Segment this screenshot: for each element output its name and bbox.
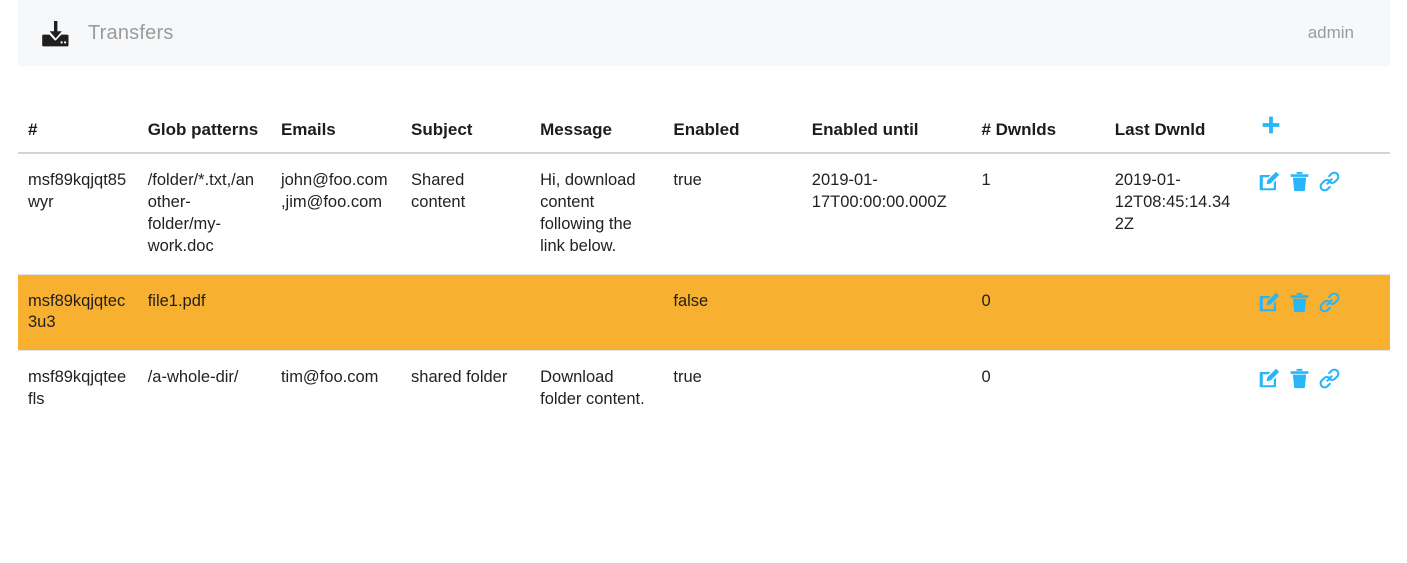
- cell-num-dwnlds: 0: [971, 350, 1105, 428]
- edit-icon[interactable]: [1259, 292, 1280, 313]
- brand[interactable]: Transfers: [40, 18, 174, 48]
- cell-glob-patterns: /folder/*.txt,/another-folder/my-work.do…: [147, 170, 255, 255]
- row-action-group: [1259, 291, 1380, 313]
- column-header-glob[interactable]: Glob patterns: [137, 103, 271, 154]
- cell-enabled-until: [801, 350, 972, 428]
- table-row[interactable]: msf89kqjqteefls/a-whole-dir/tim@foo.com s…: [18, 350, 1390, 428]
- delete-icon[interactable]: [1289, 292, 1310, 313]
- cell-last-dwnld: [1104, 350, 1250, 428]
- column-header-enabled-until[interactable]: Enabled until: [801, 103, 972, 154]
- cell-id: msf89kqjqt85wyr: [28, 170, 127, 211]
- cell-emails: [270, 273, 402, 351]
- download-tray-icon: [40, 19, 70, 49]
- row-action-group: [1259, 367, 1380, 389]
- transfers-table-container: # Glob patterns Emails Subject Message E…: [18, 103, 1390, 428]
- cell-message: Download folder content.: [530, 350, 664, 428]
- delete-icon[interactable]: [1289, 368, 1310, 389]
- cell-enabled: true: [673, 170, 702, 189]
- plus-icon[interactable]: [1259, 113, 1283, 137]
- table-row[interactable]: msf89kqjqt85wyr/folder/*.txt,/another-fo…: [18, 153, 1390, 274]
- cell-num-dwnlds: 0: [971, 273, 1105, 351]
- cell-emails: john@foo.com,jim@foo.com: [280, 170, 388, 211]
- link-icon[interactable]: [1319, 368, 1340, 389]
- column-header-emails[interactable]: Emails: [270, 103, 402, 154]
- cell-last-dwnld: 2019-01-12T08:45:14.342Z: [1114, 170, 1231, 233]
- delete-icon[interactable]: [1289, 171, 1310, 192]
- cell-id: msf89kqjqtec3u3: [18, 273, 138, 351]
- column-header-message[interactable]: Message: [530, 103, 664, 154]
- column-header-id[interactable]: #: [18, 103, 138, 154]
- cell-enabled: false: [663, 273, 802, 351]
- cell-message: [530, 273, 664, 351]
- cell-message: Hi, download content following the link …: [540, 170, 636, 255]
- cell-subject: Shared content: [411, 170, 466, 211]
- cell-glob-patterns: file1.pdf: [137, 273, 271, 351]
- table-row[interactable]: msf89kqjqtec3u3 file1.pdf false 0: [18, 273, 1390, 351]
- cell-emails: tim@foo.com: [270, 350, 402, 428]
- cell-subject: shared folder: [401, 350, 531, 428]
- column-header-actions: [1249, 103, 1390, 154]
- cell-glob-patterns: /a-whole-dir/: [137, 350, 271, 428]
- link-icon[interactable]: [1319, 171, 1340, 192]
- cell-actions: [1249, 273, 1390, 351]
- table-header-row: # Glob patterns Emails Subject Message E…: [18, 103, 1390, 154]
- column-header-subject[interactable]: Subject: [401, 103, 531, 154]
- edit-icon[interactable]: [1259, 368, 1280, 389]
- nav-user-menu[interactable]: admin: [1308, 23, 1370, 43]
- transfers-table: # Glob patterns Emails Subject Message E…: [18, 103, 1390, 428]
- cell-actions: [1249, 350, 1390, 428]
- edit-icon[interactable]: [1259, 171, 1280, 192]
- table-body: msf89kqjqt85wyr/folder/*.txt,/another-fo…: [18, 153, 1390, 428]
- cell-enabled-until: 2019-01-17T00:00:00.000Z: [811, 170, 947, 211]
- row-action-group: [1259, 170, 1380, 192]
- cell-id: msf89kqjqteefls: [18, 350, 138, 428]
- column-header-num-dwnlds[interactable]: # Dwnlds: [971, 103, 1105, 154]
- column-header-last-dwnld[interactable]: Last Dwnld: [1104, 103, 1250, 154]
- cell-last-dwnld: [1104, 273, 1250, 351]
- cell-enabled: true: [663, 350, 802, 428]
- table-head: # Glob patterns Emails Subject Message E…: [18, 103, 1390, 154]
- top-navbar: Transfers admin: [18, 0, 1390, 66]
- cell-num-dwnlds: 1: [981, 170, 991, 189]
- column-header-enabled[interactable]: Enabled: [663, 103, 802, 154]
- app-title: Transfers: [88, 21, 174, 44]
- link-icon[interactable]: [1319, 292, 1340, 313]
- cell-subject: [401, 273, 531, 351]
- cell-actions: [1249, 153, 1390, 274]
- cell-enabled-until: [801, 273, 972, 351]
